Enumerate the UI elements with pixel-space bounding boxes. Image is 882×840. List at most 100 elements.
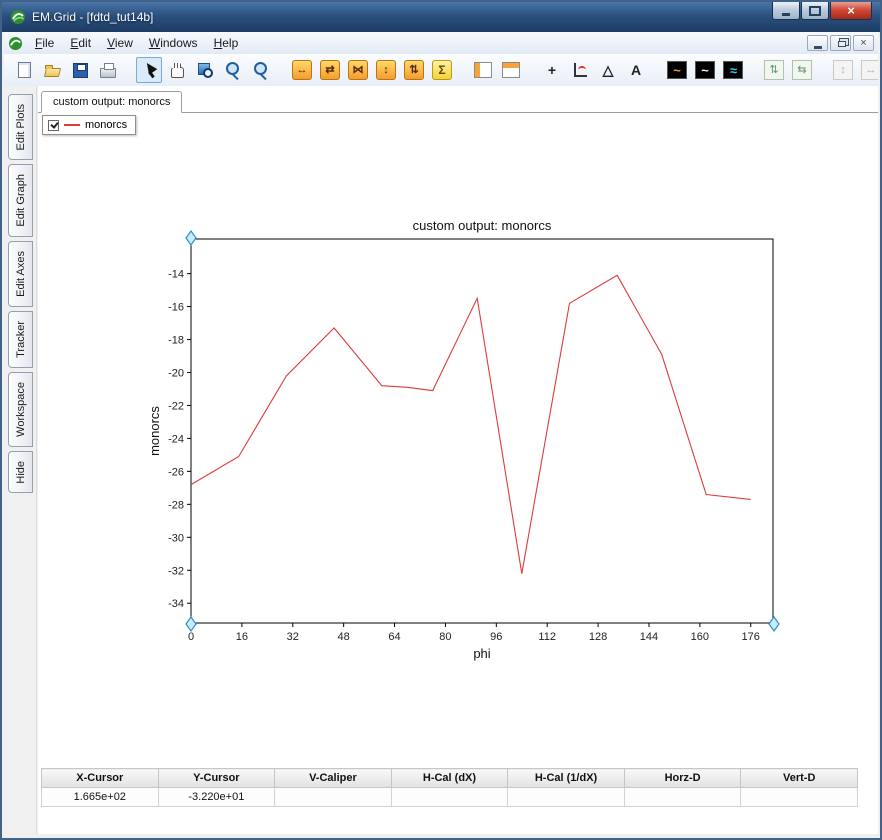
add-marker-button[interactable]: △ <box>595 57 621 83</box>
zoom-out-tool-icon: − <box>251 60 271 80</box>
new-file-button[interactable] <box>11 57 37 83</box>
menu-windows[interactable]: Windows <box>142 34 205 52</box>
document-tab[interactable]: custom output: monorcs <box>41 91 182 113</box>
zoom-window-tool-icon <box>195 60 215 80</box>
svg-text:monorcs: monorcs <box>147 406 162 456</box>
expand-y-axis-icon: ↕ <box>376 60 396 80</box>
fit-x-axis-button[interactable]: ⋈ <box>345 57 371 83</box>
sidebar-tab-label: Edit Axes <box>15 251 27 297</box>
stretch-horizontal-icon: ↔ <box>861 60 878 80</box>
svg-text:64: 64 <box>388 631 400 643</box>
add-text-button[interactable]: A <box>623 57 649 83</box>
plot-style-spectrum-button[interactable]: ~ <box>664 57 690 83</box>
open-file-button[interactable] <box>39 57 65 83</box>
maximize-button[interactable] <box>801 2 829 20</box>
status-value-v-caliper <box>275 788 392 807</box>
zoom-in-tool-button[interactable]: + <box>220 57 246 83</box>
print-button[interactable] <box>95 57 121 83</box>
sidebar-tab-workspace[interactable]: Workspace <box>8 372 33 447</box>
mdi-close-button[interactable]: × <box>853 35 874 51</box>
menu-view[interactable]: View <box>100 34 140 52</box>
minimize-button[interactable] <box>772 2 800 20</box>
zoom-out-tool-button[interactable]: − <box>248 57 274 83</box>
zoom-window-tool-button[interactable] <box>192 57 218 83</box>
status-header-y-cursor: Y-Cursor <box>158 769 275 788</box>
expand-y-axis-button[interactable]: ↕ <box>373 57 399 83</box>
status-table: X-CursorY-CursorV-CaliperH-Cal (dX)H-Cal… <box>41 768 858 807</box>
pan-tool-button[interactable] <box>164 57 190 83</box>
status-value-vert-d <box>741 788 858 807</box>
main-area: Edit Plots Edit Graph Edit Axes Tracker Work… <box>4 86 878 834</box>
insert-column-button[interactable] <box>470 57 496 83</box>
zoom-in-tool-icon: + <box>223 60 243 80</box>
legend: monorcs <box>42 115 136 135</box>
app-window: EM.Grid - [fdtd_tut14b] × FileEditViewWi… <box>0 0 882 840</box>
compress-x-axis-icon: ⇄ <box>320 60 340 80</box>
sidebar-tab-edit-axes[interactable]: Edit Axes <box>8 241 33 307</box>
title-bar[interactable]: EM.Grid - [fdtd_tut14b] × <box>2 2 880 32</box>
sidebar-tab-hide[interactable]: Hide <box>8 451 33 494</box>
spacing-vertical-button[interactable]: ⇅ <box>761 57 787 83</box>
sidebar-tab-edit-plots[interactable]: Edit Plots <box>8 94 33 160</box>
status-header-horz-d: Horz-D <box>624 769 741 788</box>
chart-area[interactable]: custom output: monorcs016324864809611212… <box>145 202 805 672</box>
add-cursor-button[interactable]: + <box>539 57 565 83</box>
document-icon <box>8 36 23 51</box>
compress-x-axis-button[interactable]: ⇄ <box>317 57 343 83</box>
save-file-button[interactable] <box>67 57 93 83</box>
save-file-icon <box>70 60 90 80</box>
legend-checkbox[interactable] <box>48 120 59 131</box>
status-header-x-cursor: X-Cursor <box>42 769 159 788</box>
svg-text:-14: -14 <box>168 269 184 281</box>
document-tab-bar: custom output: monorcs <box>38 89 878 113</box>
sidebar-tab-edit-graph[interactable]: Edit Graph <box>8 164 33 237</box>
toolbar: +−↔⇄⋈↕⇅Σ+△A~~≈⇅⇆↕↔Layout <box>4 54 878 87</box>
stretch-vertical-icon: ↕ <box>833 60 853 80</box>
svg-text:32: 32 <box>287 631 299 643</box>
sidebar-tab-tracker[interactable]: Tracker <box>8 311 33 368</box>
insert-row-button[interactable] <box>498 57 524 83</box>
expand-x-axis-icon: ↔ <box>292 60 312 80</box>
legend-label[interactable]: monorcs <box>85 119 127 131</box>
mdi-buttons: × <box>805 35 874 51</box>
select-tool-button[interactable] <box>136 57 162 83</box>
autoscale-axes-button[interactable]: Σ <box>429 57 455 83</box>
menu-help[interactable]: Help <box>207 34 246 52</box>
mdi-minimize-button[interactable] <box>807 35 828 51</box>
spacing-horizontal-button[interactable]: ⇆ <box>789 57 815 83</box>
plot-style-mono-button[interactable]: ~ <box>692 57 718 83</box>
compress-y-axis-button[interactable]: ⇅ <box>401 57 427 83</box>
sidebar: Edit Plots Edit Graph Edit Axes Tracker Work… <box>4 86 37 834</box>
svg-text:128: 128 <box>589 631 607 643</box>
status-value-horz-d <box>624 788 741 807</box>
chart[interactable]: custom output: monorcs016324864809611212… <box>145 202 805 672</box>
svg-text:160: 160 <box>691 631 709 643</box>
svg-text:144: 144 <box>640 631 658 643</box>
insert-column-icon <box>474 62 492 78</box>
svg-text:-28: -28 <box>168 499 184 511</box>
plot-style-mono-icon: ~ <box>695 61 715 79</box>
status-value-y-cursor: -3.220e+01 <box>158 788 275 807</box>
svg-text:80: 80 <box>439 631 451 643</box>
menu-edit[interactable]: Edit <box>63 34 98 52</box>
expand-x-axis-button[interactable]: ↔ <box>289 57 315 83</box>
svg-text:16: 16 <box>236 631 248 643</box>
status-value-h-cal-dx- <box>391 788 508 807</box>
stretch-horizontal-button: ↔ <box>858 57 878 83</box>
add-axes-button[interactable] <box>567 57 593 83</box>
caption-buttons: × <box>772 2 872 20</box>
add-marker-icon: △ <box>598 60 618 80</box>
plot-style-dual-icon: ≈ <box>723 61 743 79</box>
close-icon: × <box>847 3 855 18</box>
svg-text:-24: -24 <box>168 433 184 445</box>
plot-style-dual-button[interactable]: ≈ <box>720 57 746 83</box>
menu-file[interactable]: File <box>28 34 61 52</box>
mdi-restore-button[interactable] <box>830 35 851 51</box>
window-title: EM.Grid - [fdtd_tut14b] <box>32 10 153 24</box>
svg-text:-32: -32 <box>168 565 184 577</box>
svg-text:96: 96 <box>490 631 502 643</box>
status-header-h-cal-1-dx-: H-Cal (1/dX) <box>508 769 625 788</box>
svg-text:0: 0 <box>188 631 194 643</box>
status-value-h-cal-1-dx- <box>508 788 625 807</box>
close-button[interactable]: × <box>830 2 872 20</box>
